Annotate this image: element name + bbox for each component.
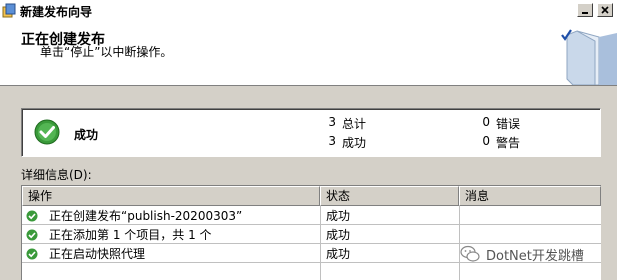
stat-success-count: 3 xyxy=(328,134,336,148)
list-item[interactable]: 正在创建发布“publish-20200303” 成功 xyxy=(22,207,601,225)
list-header: 操作 状态 消息 xyxy=(22,186,601,206)
row-action: 正在创建发布“publish-20200303” xyxy=(49,209,243,223)
close-button[interactable] xyxy=(597,3,613,17)
book-icon xyxy=(561,29,617,85)
details-label: 详细信息(D): xyxy=(21,168,92,182)
row-message xyxy=(465,207,595,225)
wizard-header: 正在创建发布 单击“停止”以中断操作。 xyxy=(0,22,617,86)
success-check-icon xyxy=(26,248,38,260)
stat-error-count: 0 xyxy=(482,115,490,129)
row-action: 正在添加第 1 个项目，共 1 个 xyxy=(49,228,212,242)
success-check-icon xyxy=(34,119,60,145)
stat-total-count: 3 xyxy=(328,115,336,129)
row-status: 成功 xyxy=(326,228,351,242)
list-item[interactable]: 正在添加第 1 个项目，共 1 个 成功 xyxy=(22,226,601,244)
row-action: 正在启动快照代理 xyxy=(49,247,146,261)
app-icon xyxy=(2,3,16,18)
stat-warning-count: 0 xyxy=(482,134,490,148)
close-icon xyxy=(601,6,609,14)
row-message xyxy=(465,226,595,244)
title-bar: 新建发布向导 xyxy=(0,0,617,22)
watermark-text: DotNet开发跳槽 xyxy=(486,249,584,264)
row-status: 成功 xyxy=(326,247,351,261)
success-check-icon xyxy=(26,210,38,222)
column-header-message[interactable]: 消息 xyxy=(459,186,601,206)
success-check-icon xyxy=(26,229,38,241)
column-divider xyxy=(459,206,460,280)
summary-status: 成功 xyxy=(74,128,99,142)
summary-panel: 成功 3 总计 3 成功 0 错误 0 警告 xyxy=(21,108,601,157)
stat-warning-label: 警告 xyxy=(496,136,521,150)
minimize-icon xyxy=(582,12,588,14)
stat-total-label: 总计 xyxy=(342,117,367,131)
column-header-action[interactable]: 操作 xyxy=(22,186,320,206)
column-divider xyxy=(320,206,321,280)
page-subtitle: 单击“停止”以中断操作。 xyxy=(40,45,173,59)
details-list[interactable]: 操作 状态 消息 正在创建发布“publish-20200303” 成功 正在添… xyxy=(21,185,601,280)
minimize-button[interactable] xyxy=(577,3,593,17)
wechat-logo xyxy=(460,245,480,262)
window-title: 新建发布向导 xyxy=(20,5,93,19)
row-status: 成功 xyxy=(326,209,351,223)
column-header-status[interactable]: 状态 xyxy=(320,186,459,206)
stat-error-label: 错误 xyxy=(496,117,521,131)
stat-success-label: 成功 xyxy=(342,136,367,150)
